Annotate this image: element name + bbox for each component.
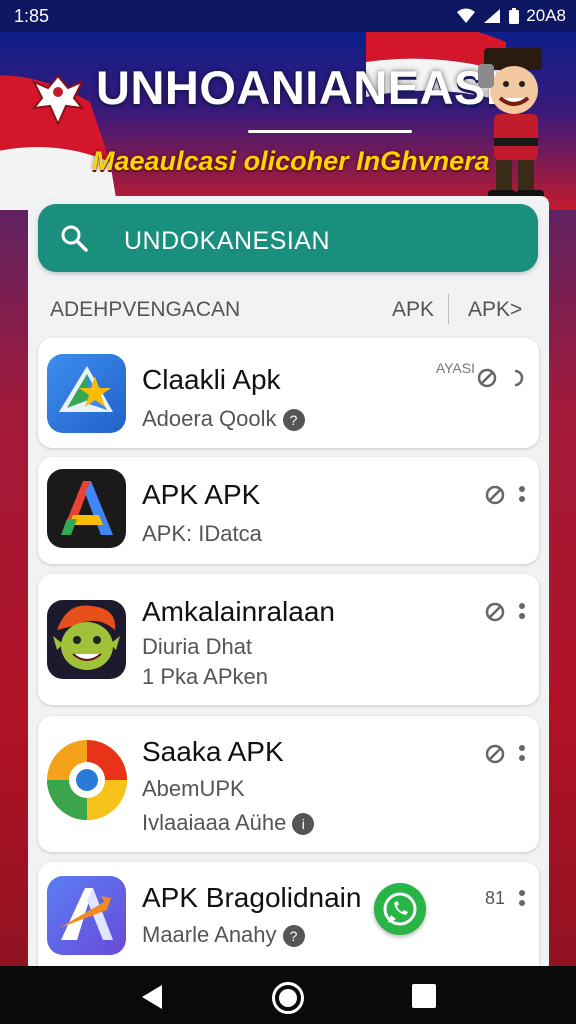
app-name: Saaka APK xyxy=(142,736,284,767)
app-card[interactable]: Claakli Apk Adoera Qoolk? AYASI xyxy=(38,338,539,448)
download-icon[interactable] xyxy=(485,744,505,764)
swirl-orb-icon xyxy=(45,738,129,822)
blue-a-arrow-icon xyxy=(47,876,126,955)
app-badge: AYASI xyxy=(435,360,475,376)
recents-icon[interactable] xyxy=(412,984,436,1008)
app-name: APK APK xyxy=(142,479,261,510)
home-icon[interactable] xyxy=(272,982,304,1014)
more-options-icon[interactable] xyxy=(519,744,525,764)
whatsapp-button[interactable] xyxy=(374,883,426,935)
status-right-text: 20A8 xyxy=(526,6,566,25)
download-icon[interactable] xyxy=(477,368,497,388)
app-name: Amkalainralaan xyxy=(142,596,335,627)
more-options-icon[interactable] xyxy=(519,602,525,622)
app-card[interactable]: APK APK APK: IDatca xyxy=(38,457,539,564)
wifi-icon xyxy=(457,8,476,23)
card-actions xyxy=(485,602,525,622)
card-actions xyxy=(485,485,525,505)
app-subtitle: Adoera Qoolk? xyxy=(142,406,305,432)
app-card[interactable]: Saaka APK AbemUPK Ivlaaiaaa Aühe i xyxy=(38,716,539,852)
goblin-character-icon xyxy=(47,600,126,679)
app-subtitle: Diuria Dhat xyxy=(142,634,253,659)
banner-divider xyxy=(248,130,412,133)
app-card[interactable]: Amkalainralaan Diuria Dhat 1 Pka APken xyxy=(38,574,539,705)
navigation-bar xyxy=(0,966,576,1024)
search-input[interactable]: UNDOKANESIAN xyxy=(124,227,330,256)
search-icon xyxy=(61,225,88,252)
app-subtitle: APK: IDatca xyxy=(142,521,262,546)
card-actions xyxy=(485,744,525,764)
banner-subtitle: Maeaulcasi olicoher InGhvnera xyxy=(92,146,490,176)
card-actions: 81 xyxy=(485,888,525,909)
download-icon[interactable] xyxy=(485,602,505,622)
signal-icon xyxy=(484,9,501,23)
apk-more-link[interactable]: APK> xyxy=(468,298,522,322)
app-badge: 81 xyxy=(484,888,505,908)
more-options-icon[interactable] xyxy=(519,889,525,909)
status-icons: 20A8 xyxy=(456,6,566,26)
info-icon[interactable]: ? xyxy=(282,409,305,432)
info-icon[interactable]: i xyxy=(292,813,315,836)
status-bar: 1:85 20A8 xyxy=(0,0,576,32)
app-card[interactable]: APK Bragolidnain Maarle Anahy? 81 xyxy=(38,862,539,972)
app-subtitle: AbemUPK xyxy=(142,776,245,801)
info-icon[interactable]: ? xyxy=(282,925,305,948)
whatsapp-icon xyxy=(383,892,417,926)
status-time: 1:85 xyxy=(14,6,50,26)
section-header: ADEHPVENGACAN APK APK> xyxy=(28,292,549,332)
app-name: APK Bragolidnain xyxy=(142,882,362,913)
section-divider xyxy=(448,294,449,324)
card-actions xyxy=(477,368,525,388)
colorful-a-icon xyxy=(47,469,126,548)
app-subtitle-secondary: Ivlaaiaaa Aühe i xyxy=(142,810,315,836)
search-bar[interactable]: UNDOKANESIAN xyxy=(38,204,538,272)
header-banner: UNHOANIANEASIA Maeaulcasi olicoher InGhv… xyxy=(0,32,576,210)
app-name: Claakli Apk xyxy=(142,364,281,395)
banner-title: UNHOANIANEASIA xyxy=(96,61,534,114)
back-icon[interactable] xyxy=(140,984,164,1010)
app-subtitle-secondary: 1 Pka APken xyxy=(142,664,268,689)
download-icon[interactable] xyxy=(485,485,505,505)
battery-icon xyxy=(509,8,520,24)
more-options-icon[interactable] xyxy=(519,485,525,505)
apk-filter-link[interactable]: APK xyxy=(392,298,434,322)
maps-star-icon xyxy=(47,354,126,433)
garuda-emblem-icon xyxy=(31,74,85,127)
section-title: ADEHPVENGACAN xyxy=(50,298,241,321)
refresh-icon[interactable] xyxy=(511,368,525,388)
main-content: UNDOKANESIAN ADEHPVENGACAN APK APK> Claa… xyxy=(28,196,549,972)
mascot-character-icon xyxy=(478,48,544,202)
app-subtitle: Maarle Anahy? xyxy=(142,922,305,948)
